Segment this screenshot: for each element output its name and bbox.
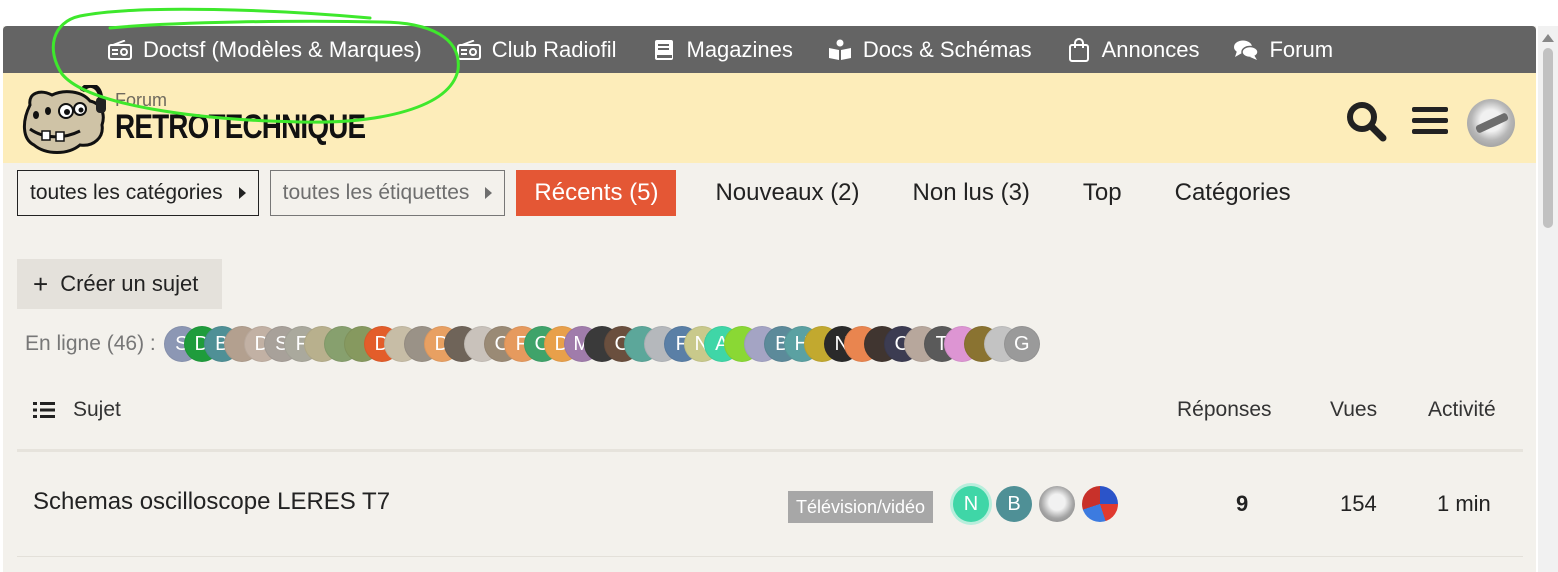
search-icon bbox=[1345, 100, 1387, 147]
comments-icon bbox=[1233, 38, 1260, 62]
scrollbar-thumb[interactable] bbox=[1543, 48, 1553, 228]
nav-item-label: Annonces bbox=[1101, 36, 1200, 62]
tab-nouveaux[interactable]: Nouveaux (2) bbox=[697, 170, 877, 216]
nav-item-magazines[interactable]: Magazines bbox=[651, 37, 793, 63]
caret-right-icon bbox=[485, 187, 493, 199]
nav-item-label: Doctsf (Modèles & Marques) bbox=[143, 36, 422, 62]
shopping-bag-icon bbox=[1066, 37, 1092, 62]
create-topic-button[interactable]: + Créer un sujet bbox=[17, 259, 222, 309]
nav-item-label: Club Radiofil bbox=[491, 36, 617, 62]
tab-top[interactable]: Top bbox=[1065, 170, 1140, 216]
table-row[interactable]: Schemas oscilloscope LERES T7 Télévision… bbox=[17, 452, 1523, 557]
online-user-avatar[interactable]: G bbox=[1003, 326, 1040, 362]
tag-dropdown-label: toutes les étiquettes bbox=[282, 181, 470, 204]
topic-title[interactable]: Schemas oscilloscope LERES T7 bbox=[33, 488, 390, 516]
nav-item-forum[interactable]: Forum bbox=[1233, 37, 1333, 63]
list-icon bbox=[33, 401, 55, 419]
reply-count: 9 bbox=[1236, 491, 1249, 516]
plus-icon: + bbox=[33, 269, 49, 299]
nav-item-label: Forum bbox=[1269, 36, 1334, 62]
category-badge[interactable]: Télévision/vidéo bbox=[788, 491, 934, 523]
nav-item-club-radiofil[interactable]: Club Radiofil bbox=[456, 37, 617, 63]
column-topic-label: Sujet bbox=[73, 398, 121, 421]
category-dropdown[interactable]: toutes les catégories bbox=[17, 170, 259, 216]
nav-item-docs-schemas[interactable]: Docs & Schémas bbox=[827, 37, 1032, 63]
tag-dropdown[interactable]: toutes les étiquettes bbox=[269, 170, 506, 216]
view-count: 154 bbox=[1340, 491, 1377, 516]
current-user-avatar[interactable] bbox=[1467, 99, 1515, 147]
menu-button[interactable] bbox=[1407, 100, 1453, 146]
book-icon bbox=[651, 38, 677, 62]
online-users: En ligne (46) : SDBDSFDDCFCDMCFNABHNCTG bbox=[25, 326, 1040, 362]
poster-avatar[interactable] bbox=[1039, 486, 1075, 522]
tab-categories[interactable]: Catégories bbox=[1157, 170, 1309, 216]
column-activity[interactable]: Activité bbox=[1428, 398, 1496, 422]
create-topic-label: Créer un sujet bbox=[60, 271, 199, 296]
online-avatar-strip: SDBDSFDDCFCDMCFNABHNCTG bbox=[163, 326, 1040, 362]
nav-item-annonces[interactable]: Annonces bbox=[1066, 36, 1200, 63]
tab-recents[interactable]: Récents (5) bbox=[516, 170, 677, 216]
column-replies[interactable]: Réponses bbox=[1177, 398, 1272, 422]
column-views[interactable]: Vues bbox=[1330, 398, 1377, 422]
site-header: Forum RETROTECHNIQUE bbox=[3, 73, 1536, 163]
radio-icon bbox=[107, 38, 133, 62]
caret-right-icon bbox=[238, 187, 246, 199]
tab-non-lus[interactable]: Non lus (3) bbox=[895, 170, 1048, 216]
brand-title[interactable]: RETROTECHNIQUE bbox=[115, 108, 366, 147]
topic-list-header: Sujet Réponses Vues Activité bbox=[17, 386, 1523, 436]
hamburger-icon bbox=[1412, 105, 1448, 142]
poster-avatar[interactable]: N bbox=[953, 486, 989, 522]
filter-bar: toutes les catégories toutes les étiquet… bbox=[17, 170, 1320, 216]
column-topic[interactable]: Sujet bbox=[33, 398, 121, 422]
reader-icon bbox=[827, 38, 853, 62]
activity-time[interactable]: 1 min bbox=[1437, 491, 1491, 517]
search-button[interactable] bbox=[1343, 100, 1389, 146]
top-navigation-bar: Doctsf (Modèles & Marques) Club Radiofil… bbox=[3, 26, 1536, 73]
radio-icon bbox=[456, 38, 482, 62]
top-nav-list: Doctsf (Modèles & Marques) Club Radiofil… bbox=[107, 26, 1367, 73]
poster-avatar[interactable]: B bbox=[996, 486, 1032, 522]
category-dropdown-label: toutes les catégories bbox=[30, 181, 223, 204]
page: Doctsf (Modèles & Marques) Club Radiofil… bbox=[0, 0, 1558, 572]
hippo-logo[interactable] bbox=[20, 82, 112, 159]
poster-avatar[interactable] bbox=[1082, 486, 1118, 522]
forum-frame: Doctsf (Modèles & Marques) Club Radiofil… bbox=[3, 26, 1536, 572]
scroll-up-arrow-icon[interactable] bbox=[1542, 34, 1554, 42]
nav-item-label: Magazines bbox=[686, 36, 793, 62]
nav-item-doctsf[interactable]: Doctsf (Modèles & Marques) bbox=[107, 37, 422, 63]
topic-posters: N B bbox=[953, 486, 1125, 522]
nav-item-label: Docs & Schémas bbox=[862, 36, 1032, 62]
vertical-scrollbar[interactable] bbox=[1538, 26, 1558, 572]
online-count-label: En ligne (46) : bbox=[25, 332, 156, 355]
